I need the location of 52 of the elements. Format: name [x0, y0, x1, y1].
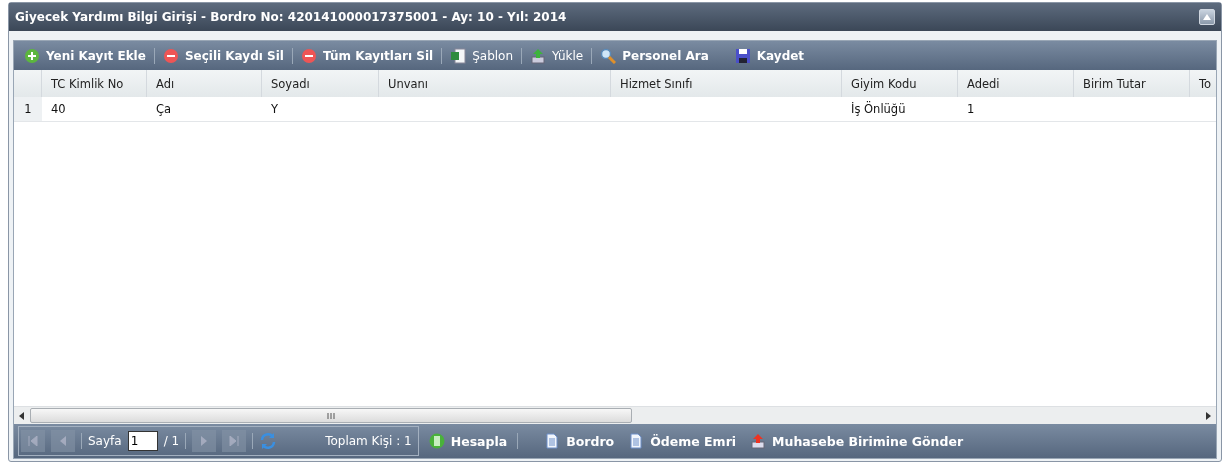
toolbar-button[interactable]: Şablon [446, 45, 518, 66]
table-cell: 40 [42, 97, 147, 122]
last-page-icon [229, 436, 240, 446]
action-button[interactable]: Hesapla [424, 431, 512, 451]
minus-icon [162, 47, 179, 64]
toolbar-button[interactable]: Tüm Kayıtları Sil [296, 45, 438, 66]
up-arrow-icon [1203, 14, 1211, 20]
calculator-icon [428, 433, 445, 449]
total-count: Toplam Kişi : 1 [325, 434, 412, 448]
action-button[interactable]: Muhasebe Birimine Gönder [746, 431, 968, 451]
table-cell: Ça [147, 97, 262, 122]
outbox-icon [750, 433, 767, 449]
search-icon [600, 47, 617, 64]
column-header[interactable]: Birim Tutar [1074, 70, 1190, 97]
column-header[interactable]: Adı [147, 70, 262, 97]
document-icon [544, 433, 561, 449]
horizontal-scrollbar[interactable] [14, 406, 1216, 424]
column-header[interactable]: Giyim Kodu [842, 70, 958, 97]
toolbar-button[interactable]: Seçili Kaydı Sil [158, 45, 288, 66]
page-field[interactable]: 1 [127, 431, 158, 451]
toolbar-button[interactable]: Yeni Kayıt Ekle [20, 45, 150, 66]
action-button[interactable]: Ödeme Emri [624, 431, 741, 451]
previous-icon [58, 436, 68, 446]
toolbar-button[interactable]: Kaydet [730, 45, 809, 66]
column-header[interactable]: Unvanı [379, 70, 611, 97]
scroll-left-icon[interactable] [18, 411, 26, 420]
page-label: Sayfa [88, 434, 122, 448]
refresh-icon[interactable] [259, 432, 278, 450]
scrollbar-thumb[interactable] [30, 408, 632, 423]
column-header[interactable]: Soyadı [262, 70, 379, 97]
scroll-right-icon[interactable] [1204, 411, 1212, 420]
row-number: 1 [14, 97, 42, 122]
page-count: / 1 [163, 434, 180, 448]
table-cell: Y [262, 97, 379, 122]
minus-icon [300, 47, 317, 64]
header-cell [14, 70, 42, 97]
table-cell: İş Önlüğü [842, 97, 958, 122]
column-header[interactable]: To [1190, 70, 1216, 97]
document-icon [628, 433, 645, 449]
first-page-icon [28, 436, 38, 446]
toolbar-button[interactable]: Personel Ara [596, 45, 713, 66]
plus-icon [24, 47, 40, 64]
column-header[interactable]: TC Kimlik No [42, 70, 147, 97]
column-header[interactable]: Adedi [958, 70, 1074, 97]
spreadsheet-icon [450, 47, 467, 64]
collapse-button[interactable] [1199, 9, 1215, 25]
action-button[interactable]: Bordro [540, 431, 619, 451]
window-title: Giyecek Yardımı Bilgi Girişi - Bordro No: 420141000017375001 - Ay: 10 - Yıl: 2014 [15, 10, 567, 24]
upload-icon [530, 47, 547, 64]
toolbar-button[interactable]: Yükle [526, 45, 588, 66]
column-header[interactable]: Hizmet Sınıfı [611, 70, 842, 97]
table-cell: 1 [958, 97, 1074, 122]
